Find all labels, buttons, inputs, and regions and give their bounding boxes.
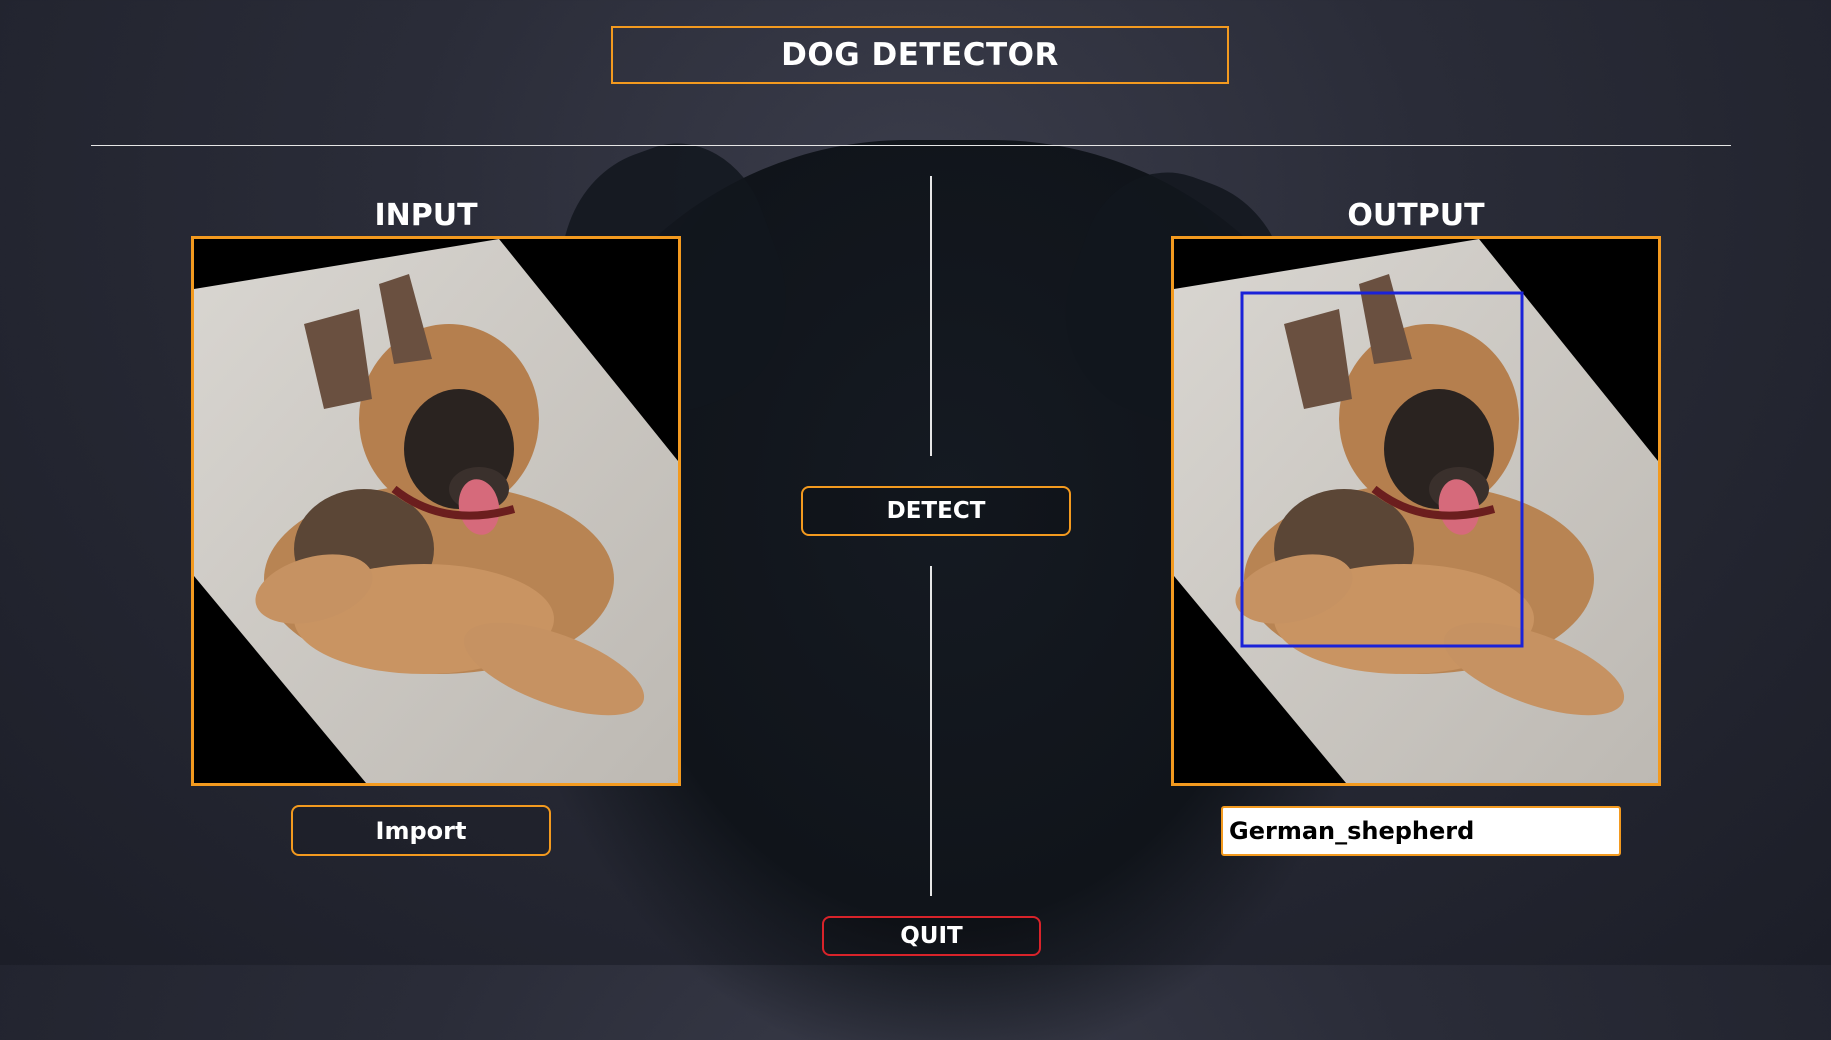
input-dog-image [194,239,678,783]
center-divider-bottom [930,566,932,896]
input-title: INPUT [374,198,478,233]
output-image-panel [1171,236,1661,786]
app-title: DOG DETECTOR [611,26,1229,84]
prediction-result-field[interactable] [1221,806,1621,856]
import-button[interactable]: Import [291,805,551,856]
header-divider [91,145,1731,146]
output-dog-image [1174,239,1658,783]
quit-button[interactable]: QUIT [822,916,1041,956]
detect-button[interactable]: DETECT [801,486,1071,536]
center-divider-top [930,176,932,456]
input-image-panel [191,236,681,786]
output-title: OUTPUT [1347,198,1485,233]
